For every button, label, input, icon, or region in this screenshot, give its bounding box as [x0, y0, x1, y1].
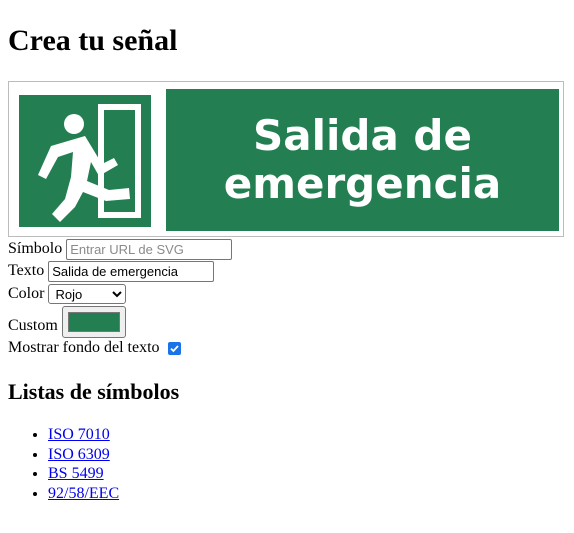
sign-text-line-2: emergencia — [223, 159, 502, 208]
link-iso-6309[interactable]: ISO 6309 — [48, 446, 110, 463]
symbol-lists: ISO 7010 ISO 6309 BS 5499 92/58/EEC — [8, 425, 119, 503]
show-background-row: Mostrar fondo del texto — [8, 337, 181, 359]
sign-text: Salida de emergencia — [166, 89, 559, 231]
list-item: ISO 7010 — [48, 425, 119, 445]
symbol-label: Símbolo — [8, 240, 63, 257]
list-item: 92/58/EEC — [48, 484, 119, 504]
custom-color-row: Custom — [8, 305, 126, 339]
link-iso-7010[interactable]: ISO 7010 — [48, 426, 110, 443]
link-92-58-eec[interactable]: 92/58/EEC — [48, 485, 119, 502]
checkmark-icon — [169, 344, 179, 352]
sign-text-input[interactable] — [48, 260, 215, 282]
text-row: Texto — [8, 260, 215, 282]
symbol-url-input[interactable] — [66, 238, 233, 260]
sign-text-line-1: Salida de — [253, 111, 472, 160]
list-item: ISO 6309 — [48, 445, 119, 465]
show-background-checkbox[interactable] — [167, 341, 181, 355]
symbol-lists-heading: Listas de símbolos — [8, 379, 180, 404]
link-bs-5499[interactable]: BS 5499 — [48, 465, 104, 482]
custom-color-swatch — [67, 312, 120, 332]
list-item: BS 5499 — [48, 464, 119, 484]
color-select[interactable]: Rojo — [48, 284, 127, 304]
sign-preview: Salida de emergencia — [8, 81, 564, 237]
sign-text-background: Salida de emergencia — [166, 89, 559, 231]
color-label: Color — [8, 285, 45, 302]
emergency-exit-running-person-icon — [19, 95, 151, 227]
custom-color-picker[interactable] — [61, 306, 126, 338]
color-row: Color Rojo — [8, 283, 127, 305]
symbol-row: Símbolo — [8, 238, 233, 260]
show-background-label: Mostrar fondo del texto — [8, 339, 160, 356]
custom-label: Custom — [8, 317, 58, 334]
text-label: Texto — [8, 262, 45, 279]
page-title: Crea tu señal — [8, 24, 178, 57]
